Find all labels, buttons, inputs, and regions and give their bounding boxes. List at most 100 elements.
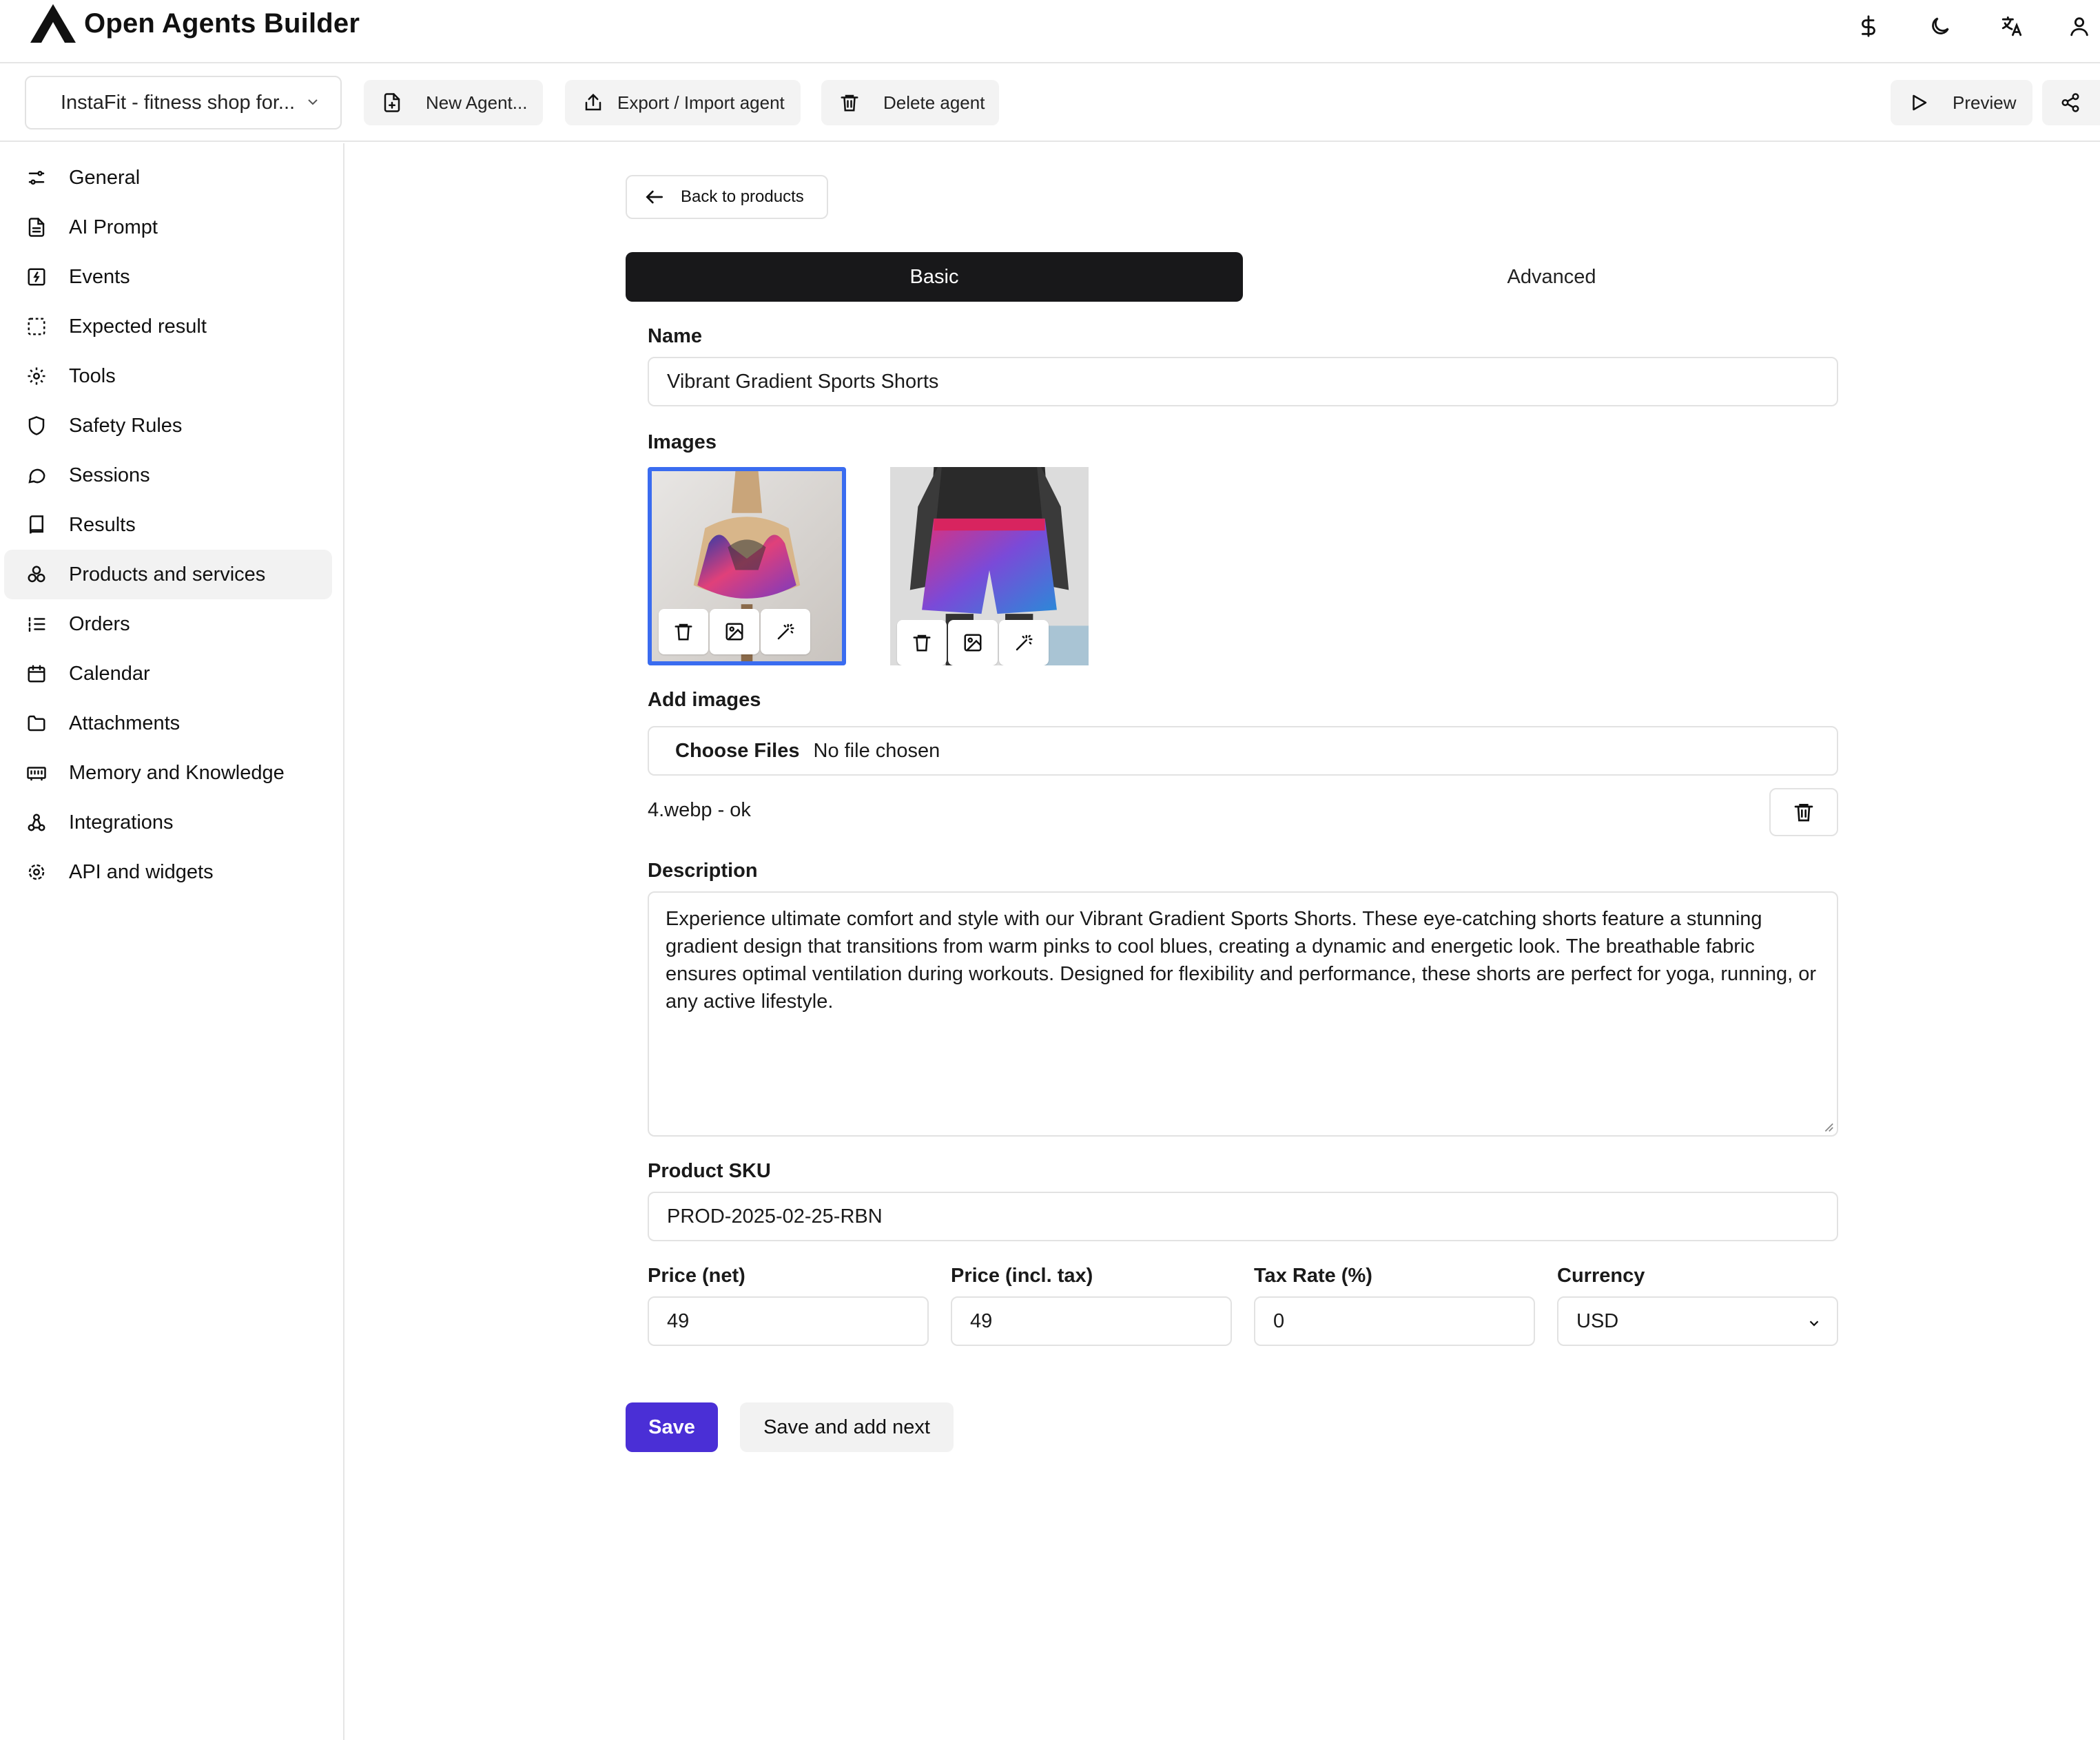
sidebar-item-safety-rules[interactable]: Safety Rules bbox=[4, 401, 332, 450]
user-icon[interactable] bbox=[2066, 12, 2093, 40]
description-label: Description bbox=[648, 860, 758, 882]
back-to-products-button[interactable]: Back to products bbox=[626, 175, 828, 219]
description-textarea[interactable]: Experience ultimate comfort and style wi… bbox=[648, 891, 1838, 1137]
sidebar-item-calendar[interactable]: Calendar bbox=[4, 649, 332, 698]
tax-rate-label: Tax Rate (%) bbox=[1254, 1265, 1372, 1287]
image-icon bbox=[964, 634, 982, 652]
new-agent-label: New Agent... bbox=[426, 92, 528, 113]
book-icon bbox=[30, 515, 43, 534]
sidebar-item-label: Safety Rules bbox=[69, 414, 183, 437]
file-input[interactable]: Choose Files No file chosen bbox=[648, 726, 1838, 776]
sliders-icon bbox=[28, 171, 45, 185]
add-images-label: Add images bbox=[648, 689, 761, 711]
calendar-icon bbox=[28, 665, 45, 683]
product-image-thumbnail[interactable] bbox=[648, 467, 846, 665]
currency-label: Currency bbox=[1557, 1265, 1645, 1287]
app-logo-icon[interactable] bbox=[30, 4, 76, 43]
view-image-button[interactable] bbox=[948, 620, 998, 665]
ai-edit-image-button[interactable] bbox=[999, 620, 1049, 665]
magic-wand-icon bbox=[777, 623, 794, 640]
share-icon bbox=[2061, 93, 2079, 112]
tab-advanced[interactable]: Advanced bbox=[1243, 252, 1860, 302]
translate-icon[interactable] bbox=[1998, 12, 2026, 40]
app-title[interactable]: Open Agents Builder bbox=[84, 8, 360, 39]
new-agent-button[interactable]: New Agent... bbox=[364, 80, 543, 125]
sidebar-item-orders[interactable]: Orders bbox=[4, 599, 332, 649]
export-import-label: Export / Import agent bbox=[617, 92, 785, 113]
save-button[interactable]: Save bbox=[626, 1402, 718, 1452]
sidebar-item-sessions[interactable]: Sessions bbox=[4, 450, 332, 500]
sidebar-item-label: Orders bbox=[69, 612, 130, 635]
image-icon bbox=[725, 623, 743, 641]
image-actions bbox=[897, 620, 1049, 665]
description-text: Experience ultimate comfort and style wi… bbox=[666, 908, 1816, 1013]
sidebar-item-products-and-services[interactable]: Products and services bbox=[4, 550, 332, 599]
trash-icon bbox=[1794, 804, 1813, 822]
sidebar-item-ai-prompt[interactable]: AI Prompt bbox=[4, 203, 332, 252]
sku-input[interactable]: PROD-2025-02-25-RBN bbox=[648, 1192, 1838, 1241]
chat-icon bbox=[28, 468, 45, 484]
memory-icon bbox=[27, 767, 46, 781]
delete-agent-label: Delete agent bbox=[883, 92, 985, 113]
agent-selector[interactable]: InstaFit - fitness shop for... bbox=[25, 76, 342, 130]
currency-select[interactable]: USD bbox=[1557, 1296, 1838, 1346]
export-import-button[interactable]: Export / Import agent bbox=[565, 80, 801, 125]
sidebar-item-tools[interactable]: Tools bbox=[4, 351, 332, 401]
trash-icon bbox=[913, 634, 931, 652]
sidebar-item-attachments[interactable]: Attachments bbox=[4, 698, 332, 748]
sidebar-item-label: General bbox=[69, 166, 141, 189]
sidebar-item-label: Memory and Knowledge bbox=[69, 761, 285, 784]
images-label: Images bbox=[648, 431, 717, 453]
delete-image-button[interactable] bbox=[659, 609, 708, 654]
image-actions bbox=[659, 609, 810, 654]
tax-rate-input[interactable]: 0 bbox=[1254, 1296, 1535, 1346]
sidebar-item-integrations[interactable]: Integrations bbox=[4, 798, 332, 847]
boxes-icon bbox=[28, 566, 45, 583]
resize-handle-icon[interactable] bbox=[1822, 1120, 1834, 1132]
delete-image-button[interactable] bbox=[897, 620, 947, 665]
sidebar-item-label: Sessions bbox=[69, 464, 150, 486]
dollar-icon[interactable] bbox=[1855, 12, 1882, 40]
sidebar-item-label: Results bbox=[69, 513, 136, 536]
chevron-down-icon bbox=[308, 99, 318, 105]
name-label: Name bbox=[648, 325, 702, 347]
sidebar-nav: General AI Prompt Events Expected result… bbox=[0, 143, 344, 1740]
sidebar-item-label: Attachments bbox=[69, 712, 181, 734]
save-and-add-next-button[interactable]: Save and add next bbox=[740, 1402, 954, 1452]
price-net-input[interactable]: 49 bbox=[648, 1296, 929, 1346]
webhook-icon bbox=[28, 814, 45, 831]
gear-icon bbox=[28, 367, 45, 385]
trash-icon bbox=[675, 623, 692, 641]
sidebar-item-api-and-widgets[interactable]: API and widgets bbox=[4, 847, 332, 897]
remove-uploaded-file-button[interactable] bbox=[1769, 788, 1838, 836]
sidebar-item-results[interactable]: Results bbox=[4, 500, 332, 550]
sidebar-item-general[interactable]: General bbox=[4, 153, 332, 203]
sidebar-item-expected-result[interactable]: Expected result bbox=[4, 302, 332, 351]
ai-edit-image-button[interactable] bbox=[761, 609, 810, 654]
share-button[interactable] bbox=[2042, 80, 2100, 125]
sidebar-item-label: API and widgets bbox=[69, 860, 214, 883]
file-text-icon bbox=[28, 218, 45, 237]
choose-files-button[interactable]: Choose Files bbox=[675, 740, 800, 763]
top-header: Open Agents Builder bbox=[0, 0, 2100, 63]
no-file-chosen-text: No file chosen bbox=[813, 739, 940, 762]
sku-label: Product SKU bbox=[648, 1160, 771, 1182]
shield-icon bbox=[28, 416, 45, 435]
view-image-button[interactable] bbox=[710, 609, 759, 654]
magic-wand-icon bbox=[1016, 634, 1033, 651]
price-gross-input[interactable]: 49 bbox=[951, 1296, 1232, 1346]
moon-icon[interactable] bbox=[1926, 12, 1954, 40]
name-input[interactable]: Vibrant Gradient Sports Shorts bbox=[648, 357, 1838, 406]
preview-button[interactable]: Preview bbox=[1891, 80, 2032, 125]
sidebar-item-label: Tools bbox=[69, 364, 116, 387]
chevron-down-icon bbox=[1809, 1320, 1819, 1327]
sidebar-item-label: Calendar bbox=[69, 662, 150, 685]
dashed-square-icon bbox=[28, 318, 45, 335]
delete-agent-button[interactable]: Delete agent bbox=[821, 80, 999, 125]
sidebar-item-memory-and-knowledge[interactable]: Memory and Knowledge bbox=[4, 748, 332, 798]
sidebar-item-label: Events bbox=[69, 265, 130, 288]
sidebar-item-events[interactable]: Events bbox=[4, 252, 332, 302]
product-image-thumbnail[interactable] bbox=[890, 467, 1089, 665]
tab-basic[interactable]: Basic bbox=[626, 252, 1243, 302]
preview-label: Preview bbox=[1953, 92, 2017, 113]
